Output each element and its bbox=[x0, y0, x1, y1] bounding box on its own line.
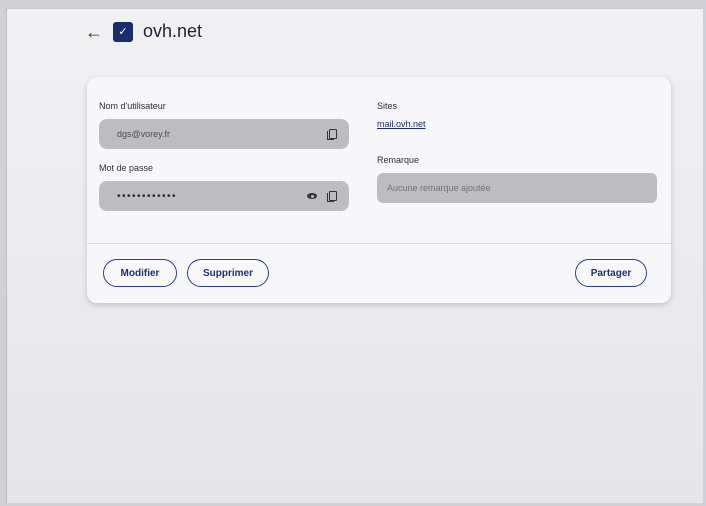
left-column: Nom d'utilisateur dgs@vorey.fr Mot de pa… bbox=[99, 101, 349, 211]
username-field[interactable]: dgs@vorey.fr bbox=[99, 119, 349, 149]
modify-button[interactable]: Modifier bbox=[103, 259, 177, 287]
credential-card: Nom d'utilisateur dgs@vorey.fr Mot de pa… bbox=[87, 77, 671, 303]
password-value: •••••••••••• bbox=[117, 190, 178, 202]
screen: ← ✓ ovh.net Nom d'utilisateur dgs@vorey.… bbox=[6, 8, 703, 503]
copy-icon[interactable] bbox=[325, 189, 339, 203]
delete-button[interactable]: Supprimer bbox=[187, 259, 269, 287]
username-label: Nom d'utilisateur bbox=[99, 101, 166, 111]
site-logo: ✓ bbox=[113, 21, 133, 42]
copy-icon[interactable] bbox=[325, 127, 339, 141]
share-button[interactable]: Partager bbox=[575, 259, 647, 287]
page-title: ovh.net bbox=[143, 21, 203, 41]
top-bar: ← ✓ ovh.net bbox=[85, 21, 202, 42]
remark-label: Remarque bbox=[377, 155, 420, 165]
sites-label: Sites bbox=[377, 101, 398, 111]
site-link[interactable]: mail.ovh.net bbox=[377, 119, 657, 129]
remark-field[interactable]: Aucune remarque ajoutée bbox=[377, 173, 657, 203]
divider bbox=[87, 243, 671, 244]
password-label: Mot de passe bbox=[99, 163, 154, 173]
right-column: Sites mail.ovh.net Remarque Aucune remar… bbox=[377, 101, 657, 203]
arrow-left-icon[interactable]: ← bbox=[85, 23, 103, 41]
password-field[interactable]: •••••••••••• bbox=[99, 181, 349, 211]
eye-icon[interactable] bbox=[305, 189, 319, 203]
username-value: dgs@vorey.fr bbox=[117, 129, 170, 139]
